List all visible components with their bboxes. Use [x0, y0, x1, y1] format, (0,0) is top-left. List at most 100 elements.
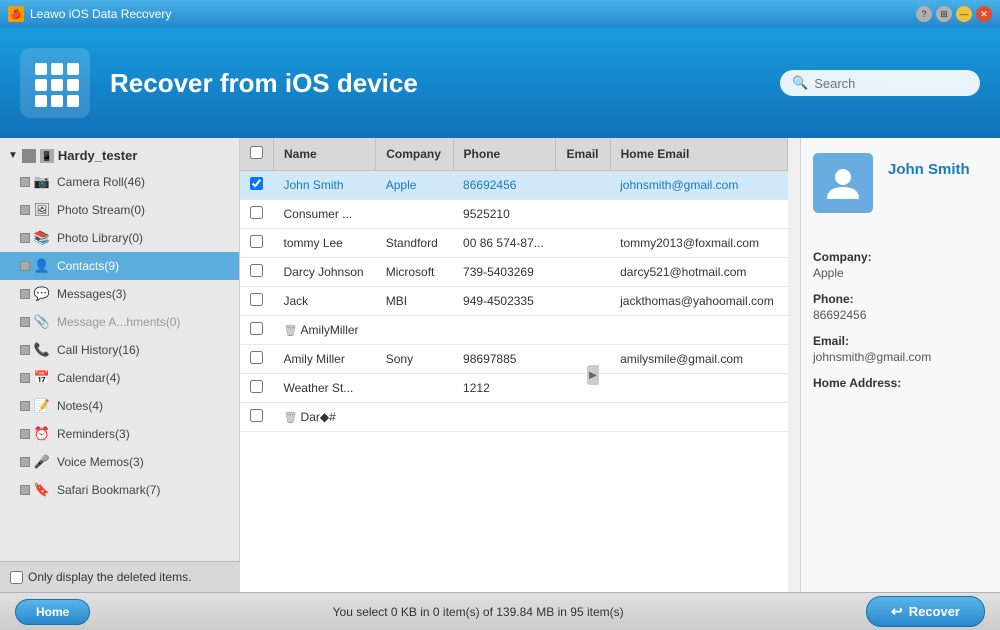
sidebar-label-message-attachments: Message A...hments(0) [57, 315, 180, 329]
sidebar-icon-call-history: 📞 [33, 341, 51, 359]
table-row[interactable]: 🗑 AmilyMiller [240, 316, 788, 345]
show-deleted-label[interactable]: Only display the deleted items. [10, 570, 230, 584]
row-checkbox[interactable] [250, 351, 263, 364]
sidebar-label-contacts: Contacts(9) [57, 259, 119, 273]
sidebar-label-photo-library: Photo Library(0) [57, 231, 143, 245]
select-all-checkbox[interactable] [250, 146, 263, 159]
row-home-email-cell [610, 374, 787, 403]
row-home-email-cell: johnsmith@gmail.com [610, 171, 787, 200]
sidebar-label-voice-memos: Voice Memos(3) [57, 455, 144, 469]
data-table[interactable]: Name Company Phone Email Home Email John… [240, 138, 788, 592]
sidebar-icon-notes: 📝 [33, 397, 51, 415]
row-checkbox-cell[interactable] [240, 200, 274, 229]
table-row[interactable]: Weather St... 1212 [240, 374, 788, 403]
main-area: ▼ 📱 Hardy_tester 📷 Camera Roll(46) 🖼 Pho… [0, 138, 1000, 592]
row-checkbox-cell[interactable] [240, 374, 274, 403]
search-box[interactable]: 🔍 [780, 70, 980, 96]
row-checkbox[interactable] [250, 177, 263, 190]
row-checkbox[interactable] [250, 235, 263, 248]
detail-home-address-label: Home Address: [813, 376, 988, 390]
row-home-email-cell: jackthomas@yahoomail.com [610, 287, 787, 316]
row-name-cell: Amily Miller [274, 345, 376, 374]
sidebar-item-voice-memos[interactable]: 🎤 Voice Memos(3) [0, 448, 239, 476]
detail-company-label: Company: [813, 250, 988, 264]
header: Recover from iOS device 🔍 [0, 28, 1000, 138]
app-icon: 🍎 [8, 6, 24, 22]
sidebar-item-notes[interactable]: 📝 Notes(4) [0, 392, 239, 420]
minimize-button[interactable]: — [956, 6, 972, 22]
row-checkbox-cell[interactable] [240, 287, 274, 316]
row-checkbox[interactable] [250, 264, 263, 277]
sidebar-item-calendar[interactable]: 📅 Calendar(4) [0, 364, 239, 392]
sidebar-item-safari-bookmark[interactable]: 🔖 Safari Bookmark(7) [0, 476, 239, 504]
status-text: You select 0 KB in 0 item(s) of 139.84 M… [90, 605, 866, 619]
row-checkbox[interactable] [250, 293, 263, 306]
title-bar: 🍎 Leawo iOS Data Recovery ? ⊞ — ✕ [0, 0, 1000, 28]
sidebar: ▼ 📱 Hardy_tester 📷 Camera Roll(46) 🖼 Pho… [0, 138, 240, 592]
show-deleted-checkbox[interactable] [10, 571, 23, 584]
sidebar-label-photo-stream: Photo Stream(0) [57, 203, 145, 217]
table-row[interactable]: John Smith Apple 86692456 johnsmith@gmai… [240, 171, 788, 200]
row-checkbox-cell[interactable] [240, 171, 274, 200]
row-checkbox[interactable] [250, 206, 263, 219]
table-row[interactable]: Amily Miller Sony 98697885 amilysmile@gm… [240, 345, 788, 374]
sidebar-item-contacts[interactable]: 👤 Contacts(9) [0, 252, 239, 280]
row-phone-cell: 9525210 [453, 200, 556, 229]
row-checkbox-cell[interactable] [240, 345, 274, 374]
row-name-cell: Consumer ... [274, 200, 376, 229]
restore-button[interactable]: ⊞ [936, 6, 952, 22]
sidebar-item-call-history[interactable]: 📞 Call History(16) [0, 336, 239, 364]
row-checkbox-cell[interactable] [240, 316, 274, 345]
sidebar-label-safari-bookmark: Safari Bookmark(7) [57, 483, 160, 497]
row-home-email-cell [610, 200, 787, 229]
table-row[interactable]: Consumer ... 9525210 [240, 200, 788, 229]
sidebar-item-photo-stream[interactable]: 🖼 Photo Stream(0) [0, 196, 239, 224]
sidebar-item-photo-library[interactable]: 📚 Photo Library(0) [0, 224, 239, 252]
col-name: Name [274, 138, 376, 171]
row-checkbox-cell[interactable] [240, 229, 274, 258]
table-body: John Smith Apple 86692456 johnsmith@gmai… [240, 171, 788, 432]
detail-avatar [813, 153, 873, 213]
sidebar-icon-contacts: 👤 [33, 257, 51, 275]
device-node: ▼ 📱 Hardy_tester [0, 143, 239, 168]
search-input[interactable] [814, 76, 968, 91]
row-checkbox[interactable] [250, 409, 263, 422]
row-company-cell: Microsoft [376, 258, 453, 287]
collapse-arrow[interactable]: ▶ [587, 365, 599, 385]
sidebar-item-reminders[interactable]: ⏰ Reminders(3) [0, 420, 239, 448]
sidebar-icon-camera-roll: 📷 [33, 173, 51, 191]
row-email-cell [556, 374, 610, 403]
row-email-cell [556, 316, 610, 345]
sidebar-items: 📷 Camera Roll(46) 🖼 Photo Stream(0) 📚 Ph… [0, 168, 239, 504]
sidebar-icon-reminders: ⏰ [33, 425, 51, 443]
row-name-cell: Weather St... [274, 374, 376, 403]
row-company-cell: Standford [376, 229, 453, 258]
sidebar-item-camera-roll[interactable]: 📷 Camera Roll(46) [0, 168, 239, 196]
sidebar-item-message-attachments[interactable]: 📎 Message A...hments(0) [0, 308, 239, 336]
table-row[interactable]: tommy Lee Standford 00 86 574-87... tomm… [240, 229, 788, 258]
row-phone-cell [453, 403, 556, 432]
row-checkbox[interactable] [250, 380, 263, 393]
sidebar-icon-voice-memos: 🎤 [33, 453, 51, 471]
row-phone-cell: 1212 [453, 374, 556, 403]
row-checkbox-cell[interactable] [240, 403, 274, 432]
row-home-email-cell: tommy2013@foxmail.com [610, 229, 787, 258]
row-home-email-cell [610, 403, 787, 432]
row-checkbox-cell[interactable] [240, 258, 274, 287]
table-row[interactable]: 🗑 Dar◆# [240, 403, 788, 432]
recover-button[interactable]: ↩ Recover [866, 596, 985, 627]
table-row[interactable]: Jack MBI 949-4502335 jackthomas@yahoomai… [240, 287, 788, 316]
sidebar-item-messages[interactable]: 💬 Messages(3) [0, 280, 239, 308]
device-name: Hardy_tester [58, 148, 138, 163]
row-email-cell [556, 171, 610, 200]
help-button[interactable]: ? [916, 6, 932, 22]
row-checkbox[interactable] [250, 322, 263, 335]
row-phone-cell: 00 86 574-87... [453, 229, 556, 258]
row-company-cell: Apple [376, 171, 453, 200]
close-button[interactable]: ✕ [976, 6, 992, 22]
header-title: Recover from iOS device [110, 68, 780, 99]
detail-name: John Smith [883, 153, 970, 178]
col-company: Company [376, 138, 453, 171]
home-button[interactable]: Home [15, 599, 90, 625]
table-row[interactable]: Darcy Johnson Microsoft 739-5403269 darc… [240, 258, 788, 287]
